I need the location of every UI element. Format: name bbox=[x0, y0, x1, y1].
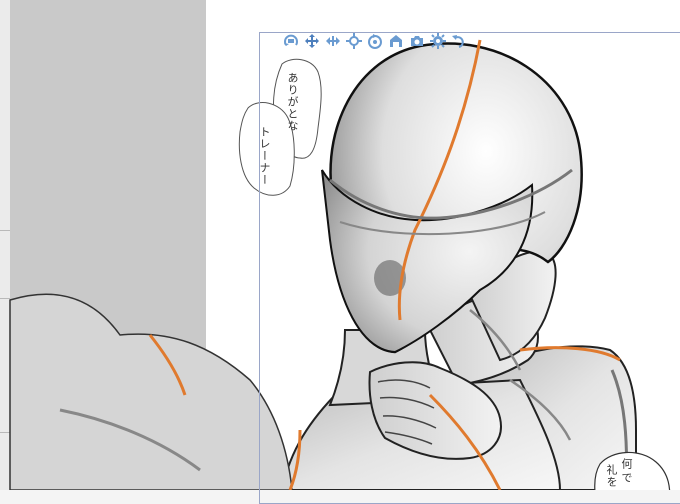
3d-toolbar bbox=[282, 30, 468, 52]
move-arrows-icon bbox=[305, 34, 319, 48]
camera-move-button[interactable] bbox=[303, 32, 321, 50]
reset-button[interactable] bbox=[450, 32, 468, 50]
camera-rotate-button[interactable] bbox=[282, 32, 300, 50]
camera-rotate-icon bbox=[284, 34, 298, 46]
object-move-button[interactable] bbox=[345, 32, 363, 50]
undo-curl-icon bbox=[452, 35, 464, 48]
ground-icon bbox=[390, 35, 402, 47]
zoom-arrows-icon bbox=[326, 36, 340, 46]
camera-mode-button[interactable] bbox=[408, 32, 426, 50]
rotate-object-icon bbox=[368, 34, 382, 49]
object-rotate-button[interactable] bbox=[366, 32, 384, 50]
camera-icon bbox=[411, 36, 423, 46]
balloon-text: で bbox=[620, 472, 633, 484]
balloon-text: ありがとな bbox=[286, 72, 299, 132]
camera-zoom-button[interactable] bbox=[324, 32, 342, 50]
shoulder-left bbox=[9, 293, 293, 490]
settings-button[interactable] bbox=[429, 32, 447, 50]
ground-button[interactable] bbox=[387, 32, 405, 50]
panel-frame bbox=[259, 32, 680, 504]
canvas-workspace: ありがとな トレーナー 何 礼 を で bbox=[0, 0, 680, 504]
balloon-text: 何 bbox=[620, 458, 633, 470]
balloon-text: 礼 bbox=[605, 464, 618, 476]
balloon-text: を bbox=[605, 476, 618, 488]
balloon-text: トレーナー bbox=[258, 126, 271, 186]
gear-icon bbox=[430, 33, 446, 49]
crosshair-move-icon bbox=[346, 33, 362, 49]
